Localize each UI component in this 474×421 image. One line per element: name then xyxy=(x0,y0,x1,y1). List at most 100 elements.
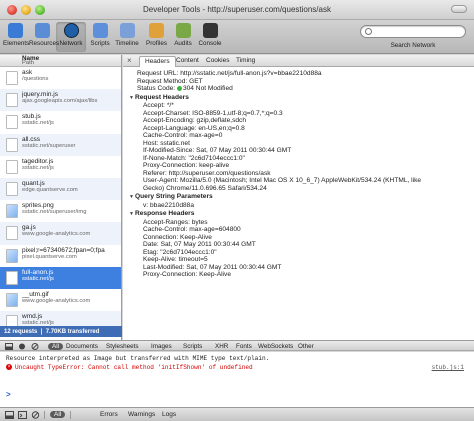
status-code-key: Status Code: xyxy=(137,85,176,92)
header-row: User-Agent: Mozilla/5.0 (Macintosh; Inte… xyxy=(129,177,469,185)
resource-name: jquery.min.js xyxy=(22,91,59,99)
console-filter-all[interactable]: All xyxy=(48,342,63,350)
header-key: Connection: xyxy=(143,233,179,241)
console-filter-scripts[interactable]: Scripts xyxy=(183,343,202,350)
header-key: v: xyxy=(143,201,149,209)
script-file-icon xyxy=(6,93,18,108)
clear-console-icon[interactable] xyxy=(31,411,40,419)
resource-name: sprites.png xyxy=(22,202,54,210)
resource-name: pixel;r=67340672;fpan=0;fpa xyxy=(22,246,105,254)
elements-icon xyxy=(7,23,23,38)
toolbar-toggle-button[interactable] xyxy=(451,5,467,13)
resource-name: __utm.gif xyxy=(22,290,49,298)
resource-row[interactable]: quant.js edge.quantserve.com xyxy=(0,177,121,201)
console-filter-stylesheets[interactable]: Stylesheets xyxy=(106,343,139,350)
resource-row[interactable]: jquery.min.js ajax.googleapis.com/ajax/li… xyxy=(0,89,121,112)
toolbar-resources-button[interactable]: Resources xyxy=(29,22,59,52)
console-icon xyxy=(202,23,218,38)
toolbar-label: Timeline xyxy=(115,40,139,47)
toolbar-scripts-button[interactable]: Scripts xyxy=(89,22,111,52)
header-value: Keep-Alive xyxy=(199,271,231,278)
script-file-icon xyxy=(6,115,18,130)
header-row: Cache-Control: max-age=0 xyxy=(129,132,469,140)
header-row: Connection: Keep-Alive xyxy=(129,234,469,242)
request-url-key: Request URL: xyxy=(137,70,179,77)
resource-name: quant.js xyxy=(22,179,45,187)
filter-all[interactable]: All xyxy=(50,411,66,418)
resource-name: full-anon.js xyxy=(22,268,54,276)
header-key: Proxy-Connection: xyxy=(143,271,198,278)
console-filter-fonts[interactable]: Fonts xyxy=(236,343,252,350)
toolbar-network-button[interactable]: Network xyxy=(56,22,86,52)
request-headers-section[interactable]: ▼Request Headers xyxy=(129,94,469,103)
resource-row[interactable]: sprites.png sstatic.net/superuser/img xyxy=(0,200,121,222)
toolbar-label: Audits xyxy=(174,40,192,47)
search-field[interactable] xyxy=(360,25,466,38)
search-icon xyxy=(365,28,372,35)
resource-row[interactable]: pixel;r=67340672;fpan=0;fpa pixel.quantse… xyxy=(0,245,121,267)
resource-row[interactable]: ask/questions xyxy=(0,67,121,89)
console-icon[interactable] xyxy=(18,411,27,419)
console-output: Resource interpreted as Image but transf… xyxy=(0,352,474,407)
tab-content[interactable]: Content xyxy=(171,56,204,67)
audits-icon xyxy=(175,23,191,38)
tab-timing[interactable]: Timing xyxy=(231,56,260,67)
header-key: Accept-Ranges: xyxy=(143,218,190,226)
resource-row[interactable]: stub.js sstatic.net/js xyxy=(0,111,121,133)
record-icon[interactable] xyxy=(18,343,26,350)
header-key: If-Modified-Since: xyxy=(143,147,195,154)
header-value: bytes xyxy=(191,218,208,226)
resource-path: www.google-analytics.com xyxy=(22,231,91,238)
console-filter-images[interactable]: Images xyxy=(151,343,172,350)
tab-cookies[interactable]: Cookies xyxy=(201,56,234,67)
filter-logs[interactable]: Logs xyxy=(162,411,176,418)
divider xyxy=(44,411,45,419)
clear-icon[interactable] xyxy=(31,343,39,350)
toolbar-timeline-button[interactable]: Timeline xyxy=(113,22,141,52)
query-params-section[interactable]: ▼Query String Parameters xyxy=(129,193,469,202)
header-value: max-age=604800 xyxy=(189,226,241,233)
filter-warnings[interactable]: Warnings xyxy=(128,411,155,418)
toolbar-profiles-button[interactable]: Profiles xyxy=(144,22,169,52)
console-toggle-icon[interactable] xyxy=(5,343,13,350)
header-row: If-None-Match: "2c6d7104eccc1:0" xyxy=(129,155,469,163)
resource-row[interactable]: full-anon.js sstatic.net/js xyxy=(0,266,121,289)
toolbar-audits-button[interactable]: Audits xyxy=(171,22,195,52)
toolbar-label: Elements xyxy=(3,40,30,47)
header-value: en-US,en;q=0.8 xyxy=(198,124,245,132)
resource-name: ask xyxy=(22,69,33,76)
console-filter-other[interactable]: Other xyxy=(298,343,314,350)
console-filter-websockets[interactable]: WebSockets xyxy=(258,343,293,350)
request-headers-list: Accept: */* Accept-Charset: ISO-8859-1,ut… xyxy=(129,102,469,192)
script-file-icon xyxy=(6,270,18,285)
header-row: Accept-Encoding: gzip,deflate,sdch xyxy=(129,117,469,125)
console-filter-xhr[interactable]: XHR xyxy=(215,343,228,350)
toolbar-label: Profiles xyxy=(146,40,167,47)
toolbar-elements-button[interactable]: Elements xyxy=(3,22,30,52)
header-key: Cache-Control: xyxy=(143,226,188,233)
response-headers-section[interactable]: ▼Response Headers xyxy=(129,210,469,219)
resource-row[interactable]: tageditor.js sstatic.net/js xyxy=(0,156,121,178)
error-source-link[interactable]: stub.js:1 xyxy=(432,364,464,371)
header-row: v: bbae2210d88a xyxy=(129,202,469,210)
console-filter-documents[interactable]: Documents xyxy=(66,343,98,350)
resource-row[interactable]: __utm.gif www.google-analytics.com xyxy=(0,289,121,311)
header-value: http://superuser.com/questions/ask xyxy=(168,169,271,177)
dock-icon[interactable] xyxy=(5,411,14,419)
toolbar-console-button[interactable]: Console xyxy=(197,22,223,52)
timeline-icon xyxy=(119,23,135,38)
filter-errors[interactable]: Errors xyxy=(100,411,118,418)
header-value: Sat, 07 May 2011 00:30:44 GMT xyxy=(196,147,292,154)
console-prompt[interactable]: > xyxy=(6,390,11,399)
image-file-icon xyxy=(6,204,18,219)
header-value: max-age=0 xyxy=(189,132,223,139)
script-file-icon xyxy=(6,226,18,241)
resource-row[interactable]: all.css sstatic.net/superuser xyxy=(0,133,121,156)
resource-list-header[interactable]: Name Path xyxy=(0,55,121,67)
search-network-input[interactable] xyxy=(375,27,463,37)
header-value: bbae2210d88a xyxy=(149,201,194,209)
header-row: Etag: "2c6d7104eccc1:0" xyxy=(129,249,469,257)
header-key: Accept-Encoding: xyxy=(143,117,195,124)
close-details-icon[interactable]: × xyxy=(127,56,132,65)
resource-row[interactable]: ga.js www.google-analytics.com xyxy=(0,222,121,245)
